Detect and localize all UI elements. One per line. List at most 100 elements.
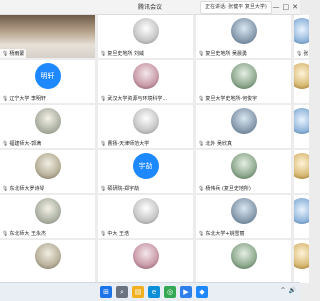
avatar: [294, 198, 309, 224]
mic-icon[interactable]: 🎙: [198, 96, 204, 102]
participant-name-bar: 🎙 复旦史地所 吴晨勇: [196, 49, 249, 58]
participant-tile[interactable]: [294, 105, 309, 148]
avatar: [132, 198, 159, 224]
participant-name-bar: 🎙 东北师大 王永杰: [0, 229, 48, 238]
chrome-icon[interactable]: ◎: [164, 286, 176, 298]
participant-name: 中大 王浩: [107, 231, 129, 237]
window-controls: — □ ✕: [273, 1, 299, 13]
participant-name-bar: 🎙 辽宁大学 李明轩: [0, 94, 48, 103]
avatar: [230, 153, 257, 179]
avatar: [230, 198, 257, 224]
avatar: [132, 243, 159, 269]
avatar: [34, 198, 61, 224]
avatar: [34, 108, 61, 134]
mic-icon[interactable]: 🎙: [100, 51, 106, 57]
avatar: [132, 18, 159, 44]
participant-name-bar: 🎙 杨伟兵 (复旦史地所): [196, 184, 253, 193]
participant-name-bar: 🎙 东北大学+姚雪丽: [196, 229, 247, 238]
start-icon[interactable]: ⊞: [100, 286, 112, 298]
mic-icon[interactable]: 🎙: [198, 231, 204, 237]
participant-tile[interactable]: [196, 240, 291, 283]
participant-tile[interactable]: 🎙 武汉大学资源与环境科学...: [98, 60, 193, 103]
participant-name: 东北师大罗诗琴: [9, 186, 45, 192]
participant-name: 张: [303, 51, 309, 57]
participant-tile[interactable]: 🎙 杨雨蒙: [0, 15, 95, 58]
avatar: [230, 63, 257, 89]
meeting-icon[interactable]: ▶: [180, 286, 192, 298]
participant-name-bar: 🎙 中大 王浩: [98, 229, 131, 238]
participant-tile[interactable]: 🎙 北外 吴欣真: [196, 105, 291, 148]
avatar: [132, 63, 159, 89]
participant-tile[interactable]: 🎙 福建师大-郭满: [0, 105, 95, 148]
participant-tile[interactable]: [98, 240, 193, 283]
mic-icon[interactable]: 🎙: [2, 96, 8, 102]
avatar: [34, 243, 61, 269]
participant-tile[interactable]: 宇劼 🎙 硕研院-郑宇劼: [98, 150, 193, 193]
mic-icon[interactable]: 🎙: [296, 51, 302, 57]
participant-tile[interactable]: 🎙 中大 王浩: [98, 195, 193, 238]
participant-name: 复旦史地所 刘威: [107, 51, 144, 57]
participant-tile[interactable]: 🎙 东北师大 王永杰: [0, 195, 95, 238]
participant-name-bar: 🎙 复旦大学史地所-何俊宇: [196, 94, 260, 103]
participant-tile[interactable]: 🎙 曹扬-天津师范大学: [98, 105, 193, 148]
participant-tile[interactable]: [294, 195, 309, 238]
participant-grid: 🎙 杨雨蒙 🎙 复旦史地所 刘威 🎙 复旦史地所 吴晨勇 🎙 张明轩 🎙 辽宁大学 李明轩 🎙 武汉大…: [0, 15, 309, 283]
participant-name: 东北大学+姚雪丽: [205, 231, 245, 237]
mic-icon[interactable]: 🎙: [198, 141, 204, 147]
participant-tile[interactable]: [0, 240, 95, 283]
participant-tile[interactable]: 明轩 🎙 辽宁大学 李明轩: [0, 60, 95, 103]
avatar: [294, 153, 309, 179]
participant-name-bar: 🎙 硕研院-郑宇劼: [98, 184, 142, 193]
participant-name: 曹扬-天津师范大学: [107, 141, 150, 147]
participant-name-bar: 🎙 东北师大罗诗琴: [0, 184, 47, 193]
minimize-icon[interactable]: —: [273, 1, 280, 13]
mic-icon[interactable]: 🎙: [100, 141, 106, 147]
tencent-meeting-icon[interactable]: ◆: [196, 286, 208, 298]
participant-name: 硕研院-郑宇劼: [107, 186, 140, 192]
participant-tile[interactable]: [294, 60, 309, 103]
file-explorer-icon[interactable]: ▤: [132, 286, 144, 298]
maximize-icon[interactable]: □: [283, 1, 290, 13]
mic-icon[interactable]: 🎙: [2, 141, 8, 147]
avatar: [230, 243, 257, 269]
search-icon[interactable]: ⌕: [116, 286, 128, 298]
mic-icon[interactable]: 🎙: [2, 231, 8, 237]
participant-name: 东北师大 王永杰: [9, 231, 46, 237]
participant-name-bar: 🎙 福建师大-郭满: [0, 139, 44, 148]
mic-icon[interactable]: 🎙: [100, 96, 106, 102]
edge-icon[interactable]: e: [148, 286, 160, 298]
participant-tile[interactable]: 🎙 张: [294, 15, 309, 58]
participant-name: 复旦史地所 吴晨勇: [205, 51, 247, 57]
participant-tile[interactable]: 🎙 东北大学+姚雪丽: [196, 195, 291, 238]
participant-tile[interactable]: [294, 240, 309, 283]
mic-icon[interactable]: 🎙: [198, 186, 204, 192]
mic-icon[interactable]: 🎙: [100, 231, 106, 237]
mic-icon[interactable]: 🎙: [2, 51, 8, 57]
participant-tile[interactable]: 🎙 东北师大罗诗琴: [0, 150, 95, 193]
volume-icon[interactable]: 🔊: [289, 287, 296, 294]
close-icon[interactable]: ✕: [292, 1, 298, 13]
title-bar: 腾讯会议 正在讲话: 张健平 复旦大学) — □ ✕: [0, 0, 300, 15]
participant-tile[interactable]: 🎙 杨伟兵 (复旦史地所): [196, 150, 291, 193]
participant-tile[interactable]: 🎙 复旦史地所 吴晨勇: [196, 15, 291, 58]
participant-name: 杨雨蒙: [9, 51, 25, 57]
participant-name: 武汉大学资源与环境科学...: [107, 96, 168, 102]
system-tray: ^ 🔊: [280, 287, 296, 294]
mic-icon[interactable]: 🎙: [100, 186, 106, 192]
participant-name-bar: 🎙 杨雨蒙: [0, 49, 27, 58]
participant-name-bar: 🎙 北外 吴欣真: [196, 139, 234, 148]
avatar: [230, 18, 257, 44]
participant-name: 北外 吴欣真: [205, 141, 232, 147]
avatar: 宇劼: [132, 153, 159, 179]
avatar: [230, 108, 257, 134]
taskbar: ⊞ ⌕ ▤ e ◎ ▶ ◆ ^ 🔊: [0, 282, 300, 301]
mic-icon[interactable]: 🎙: [2, 186, 8, 192]
participant-tile[interactable]: 🎙 复旦大学史地所-何俊宇: [196, 60, 291, 103]
mic-icon[interactable]: 🎙: [198, 51, 204, 57]
participant-name: 福建师大-郭满: [9, 141, 42, 147]
tray-chevron-icon[interactable]: ^: [280, 287, 285, 294]
avatar: [132, 108, 159, 134]
participant-tile[interactable]: 🎙 复旦史地所 刘威: [98, 15, 193, 58]
participant-tile[interactable]: [294, 150, 309, 193]
avatar: [294, 243, 309, 269]
